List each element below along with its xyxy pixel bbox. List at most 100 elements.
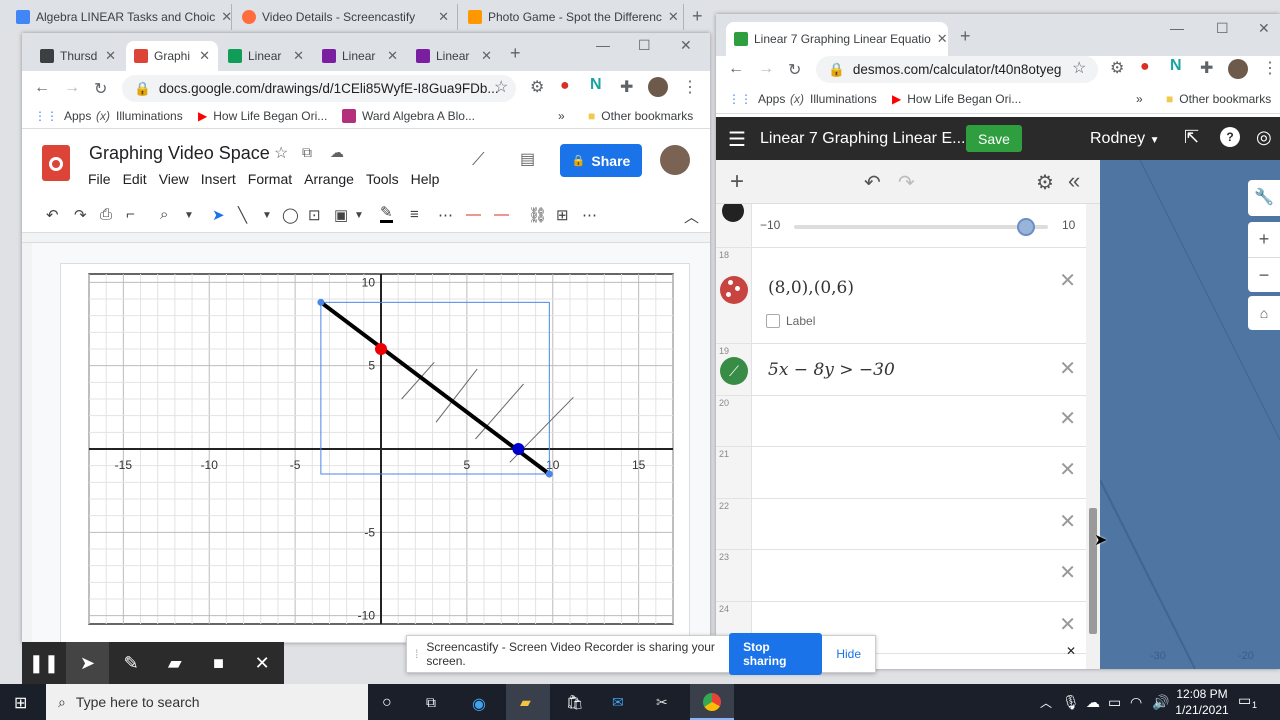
graph-settings-wrench-icon[interactable]: 🔧 [1248, 180, 1280, 216]
drag-handle-icon[interactable]: ⁞ [415, 647, 418, 661]
collapse-list-icon[interactable]: « [1068, 168, 1080, 194]
bookmark-apps[interactable]: ⋮⋮ Apps [728, 92, 785, 106]
user-menu[interactable]: Rodney ▼ [1090, 130, 1160, 148]
expression-row-21[interactable]: 21 ✕ [716, 447, 1086, 499]
puzzle-icon[interactable]: ✚ [620, 77, 633, 97]
microphone-icon[interactable]: 🎙 [1062, 694, 1080, 711]
expression-slider-row[interactable]: −10 10 [716, 204, 1086, 248]
menu-insert[interactable]: Insert [201, 171, 236, 187]
close-icon[interactable]: ✕ [438, 9, 449, 25]
menu-edit[interactable]: Edit [123, 171, 147, 187]
cortana-icon[interactable]: ○ [382, 694, 392, 712]
zoom-in-icon[interactable]: + [1248, 222, 1280, 257]
redo-icon[interactable]: ↷ [74, 206, 87, 224]
zoom-out-icon[interactable]: − [1248, 257, 1280, 292]
account-avatar[interactable] [660, 145, 690, 175]
slider-track[interactable] [794, 218, 1048, 236]
menu-view[interactable]: View [159, 171, 189, 187]
battery-icon[interactable]: ▭ [1108, 694, 1121, 711]
close-icon[interactable]: ✕ [221, 9, 231, 25]
tab-linear-3[interactable]: Linear ✕ [408, 41, 500, 71]
bookmark-ward-algebra[interactable]: Ward Algebra A Blo... [342, 109, 475, 123]
menu-help[interactable]: Help [411, 171, 440, 187]
select-cursor-icon[interactable]: ➤ [212, 206, 225, 224]
add-expression-icon[interactable]: + [730, 168, 744, 196]
text-box-icon[interactable]: ⊡ [308, 206, 321, 224]
new-tab-icon[interactable]: + [510, 43, 521, 64]
line-start-icon[interactable]: — [466, 206, 481, 223]
shape-icon[interactable]: ◯ [282, 206, 299, 224]
close-window-icon[interactable]: ✕ [1258, 20, 1270, 37]
extension-icon[interactable]: ⚙ [530, 77, 544, 97]
avatar[interactable] [1228, 59, 1248, 79]
menu-format[interactable]: Format [248, 171, 292, 187]
scrollbar-thumb[interactable] [1089, 508, 1097, 634]
delete-expression-icon[interactable]: ✕ [1059, 457, 1076, 482]
save-button[interactable]: Save [966, 125, 1022, 152]
redo-icon[interactable]: ↷ [898, 170, 915, 195]
expression-row-23[interactable]: 23 ✕ [716, 550, 1086, 602]
bookmarks-overflow-icon[interactable]: » [558, 109, 565, 123]
share-graph-icon[interactable]: ⇱ [1184, 127, 1199, 148]
delete-expression-icon[interactable]: ✕ [1059, 356, 1076, 381]
bookmarks-overflow-icon[interactable]: » [1136, 92, 1143, 106]
mail-icon[interactable]: ✉ [612, 694, 624, 711]
bookmark-apps[interactable]: ⋮⋮ Apps [34, 109, 91, 123]
onedrive-icon[interactable]: ☁ [1086, 694, 1100, 711]
maximize-icon[interactable]: ☐ [638, 37, 651, 54]
drawings-logo-icon[interactable] [42, 145, 70, 181]
bookmark-illuminations[interactable]: (x) Illuminations [790, 92, 877, 106]
close-icon[interactable]: ✕ [240, 653, 284, 674]
extension-screencastify-icon[interactable]: ● [560, 77, 570, 95]
tab-linear-1[interactable]: Linear ✕ [220, 41, 312, 71]
expression-scrollbar[interactable] [1086, 204, 1100, 669]
document-title[interactable]: Graphing Video Space [89, 143, 270, 164]
bg-tab-photo-game[interactable]: Photo Game - Spot the Differenc ✕ [460, 4, 684, 30]
undo-icon[interactable]: ↶ [46, 206, 59, 224]
language-icon[interactable]: ◎ [1256, 127, 1272, 148]
new-tab-icon[interactable]: + [692, 6, 703, 27]
expression-math[interactable]: 5x − 8y > −30 [768, 360, 895, 380]
coordinate-graph[interactable]: -15 -10 -5 5 10 15 10 5 -5 -10 [61, 264, 691, 643]
forward-icon[interactable]: → [758, 60, 774, 78]
tab-graphing[interactable]: Graphi ✕ [126, 41, 218, 71]
slider-play-icon[interactable] [722, 204, 744, 222]
extension-icon[interactable]: ⚙ [1110, 58, 1124, 78]
delete-expression-icon[interactable]: ✕ [1059, 509, 1076, 534]
volume-icon[interactable]: 🔊 [1152, 694, 1169, 711]
chevron-down-icon[interactable]: ▼ [184, 210, 194, 221]
chevron-down-icon[interactable]: ▼ [354, 210, 364, 221]
link-icon[interactable]: ⛓ [528, 206, 547, 224]
label-toggle[interactable]: Label [766, 314, 815, 328]
extension-n-icon[interactable]: N [1170, 57, 1182, 75]
url-bar[interactable]: 🔒 desmos.com/calculator/t40n8otyeg [816, 56, 1098, 83]
chrome-taskbar-icon[interactable] [690, 684, 734, 720]
line-color-icon[interactable]: ✎ [380, 205, 393, 223]
back-icon[interactable]: ← [728, 60, 744, 78]
delete-expression-icon[interactable]: ✕ [1066, 644, 1076, 658]
hamburger-menu-icon[interactable]: ☰ [728, 127, 746, 152]
tab-desmos[interactable]: Linear 7 Graphing Linear Equatio ✕ [726, 22, 948, 56]
task-view-icon[interactable]: ⧉ [426, 694, 436, 711]
help-icon[interactable]: ? [1220, 127, 1240, 147]
menu-file[interactable]: File [88, 171, 111, 187]
wifi-icon[interactable]: ◠ [1130, 694, 1142, 711]
url-bar[interactable]: 🔒 docs.google.com/drawings/d/1CEli85WyfE… [122, 75, 516, 102]
undo-icon[interactable]: ↶ [864, 170, 881, 195]
chevron-down-icon[interactable]: ▼ [262, 210, 272, 221]
image-icon[interactable]: ▣ [334, 206, 348, 224]
bg-tab-algebra[interactable]: Algebra LINEAR Tasks and Choic ✕ [8, 4, 232, 30]
menu-tools[interactable]: Tools [366, 171, 399, 187]
camera-icon[interactable]: ■ [197, 653, 241, 674]
line-end-icon[interactable]: — [494, 206, 509, 223]
close-window-icon[interactable]: ✕ [680, 37, 692, 54]
graph-title[interactable]: Linear 7 Graphing Linear E... [760, 130, 965, 148]
expression-row-19[interactable]: 19 ⟋ 5x − 8y > −30 ✕ [716, 344, 1086, 396]
notifications-icon[interactable]: ▭ 1 [1238, 692, 1268, 712]
menu-icon[interactable]: ⋮ [682, 77, 698, 97]
bookmark-other[interactable]: ■ Other bookmarks [588, 109, 693, 123]
bookmark-illuminations[interactable]: (x) Illuminations [96, 109, 183, 123]
windows-start-icon[interactable]: ⊞ [14, 693, 27, 713]
delete-expression-icon[interactable]: ✕ [1059, 268, 1076, 293]
store-icon[interactable]: 🛍 [566, 694, 584, 711]
